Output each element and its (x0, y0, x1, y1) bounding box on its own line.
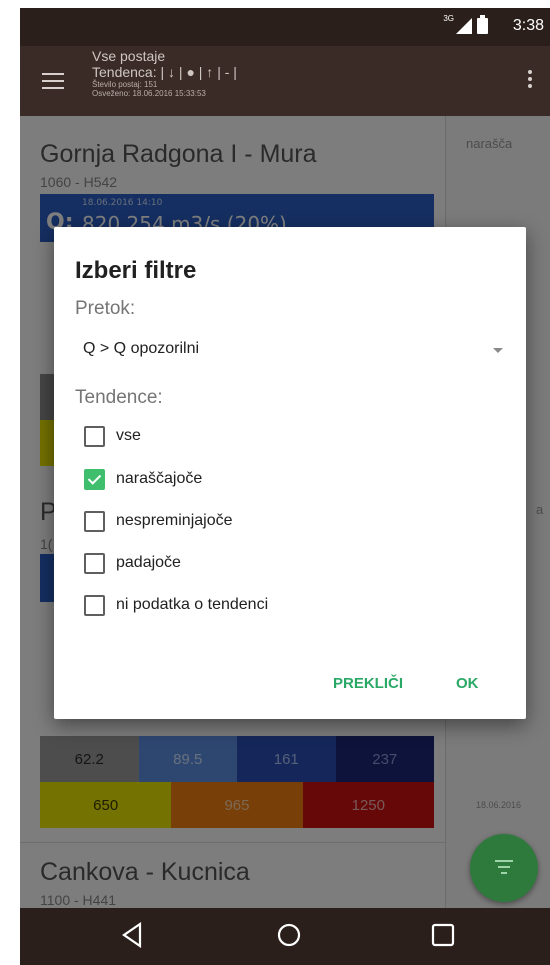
checkbox-padajoce[interactable]: padajoče (84, 549, 181, 577)
checkbox-label: padajoče (116, 554, 181, 571)
status-time: 3:38 (512, 17, 544, 34)
checkbox-icon[interactable] (84, 594, 105, 616)
back-icon[interactable] (120, 922, 144, 948)
app-bar-info: Vse postaje Tendenca: | ↓ | ● | ↑ | - | … (92, 48, 237, 99)
filter-dialog: Izberi filtre Pretok: Q > Q opozorilni T… (54, 227, 526, 719)
checkbox-ni-podatka[interactable]: ni podatka o tendenci (84, 591, 268, 619)
tendency-legend: Tendenca: | ↓ | ● | ↑ | - | (92, 64, 237, 81)
battery-icon (477, 15, 488, 34)
checkbox-label: naraščajoče (116, 470, 203, 487)
checkbox-checked-icon[interactable] (84, 468, 105, 490)
menu-icon[interactable] (42, 73, 64, 89)
cancel-button[interactable]: PREKLIČI (333, 675, 403, 692)
checkbox-label: vse (116, 427, 141, 444)
flow-label: Pretok: (75, 298, 136, 319)
station-count: Število postaj: 151 (92, 80, 158, 90)
recents-icon[interactable] (430, 922, 456, 948)
checkbox-label: nespreminjajoče (116, 512, 233, 529)
checkbox-narascajoce[interactable]: naraščajoče (84, 465, 202, 493)
ok-button[interactable]: OK (456, 675, 479, 692)
app-bar: Vse postaje Tendenca: | ↓ | ● | ↑ | - | … (20, 46, 550, 116)
network-type: 3G (443, 14, 454, 23)
navigation-bar (20, 908, 550, 965)
checkbox-icon[interactable] (84, 510, 105, 532)
dialog-title: Izberi filtre (75, 257, 197, 284)
checkbox-nespreminjajoce[interactable]: nespreminjajoče (84, 507, 233, 535)
filter-fab[interactable] (470, 834, 538, 902)
checkbox-vse[interactable]: vse (84, 422, 141, 450)
checkbox-icon[interactable] (84, 425, 105, 447)
flow-select[interactable]: Q > Q opozorilni (75, 331, 505, 367)
checkbox-label: ni podatka o tendenci (116, 596, 269, 613)
tendency-label: Tendence: (75, 387, 163, 408)
screen: 3G 3:38 Vse postaje Tendenca: | ↓ | ● | … (20, 8, 550, 965)
dropdown-arrow-icon (493, 348, 503, 353)
status-bar: 3G 3:38 (20, 8, 550, 46)
filter-icon (494, 860, 514, 878)
home-icon[interactable] (276, 922, 302, 948)
updated-time: Osveženo: 18.06.2016 15:33:53 (92, 89, 206, 99)
app-title: Vse postaje (92, 48, 166, 64)
checkbox-icon[interactable] (84, 552, 105, 574)
flow-selected-value: Q > Q opozorilni (83, 340, 200, 357)
signal-icon (456, 18, 472, 34)
overflow-menu-icon[interactable] (528, 70, 532, 91)
